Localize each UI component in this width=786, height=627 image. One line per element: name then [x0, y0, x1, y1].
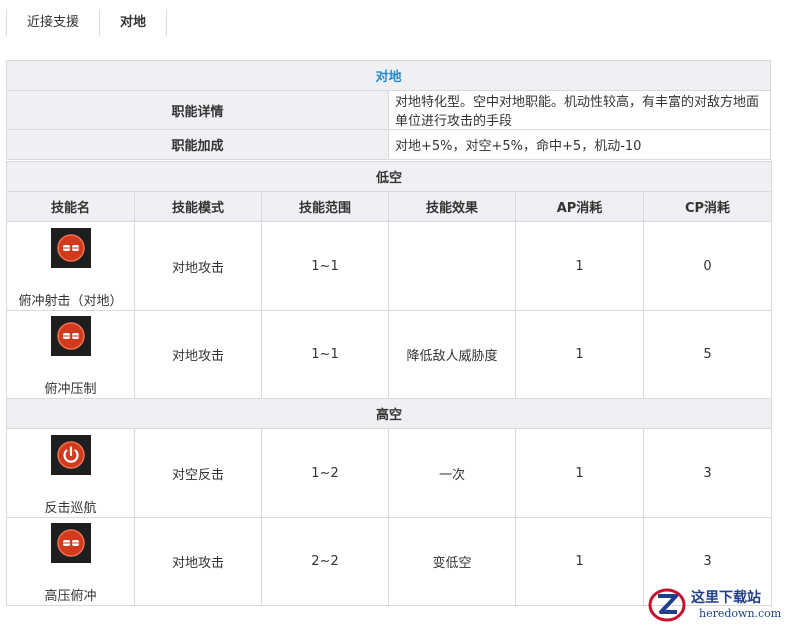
site-watermark: 这里下载站 heredown.com [647, 583, 782, 625]
skill-name: 反击巡航 [44, 500, 97, 516]
role-detail-label: 职能详情 [6, 90, 389, 130]
cp-cost: 5 [642, 310, 773, 399]
role-title: 对地 [6, 60, 771, 91]
tab-ground[interactable]: 对地 [99, 10, 168, 36]
skills-table: 低空 技能名 技能模式 技能范围 技能效果 AP消耗 CP消耗 俯冲射击（对地）… [5, 161, 773, 606]
skill-name: 俯冲射击（对地） [18, 293, 123, 309]
skill-mode: 对地攻击 [134, 221, 262, 311]
tab-bar: 近接支援 对地 [6, 10, 168, 36]
skill-name: 俯冲压制 [44, 382, 97, 397]
skill-mode: 对空反击 [134, 428, 262, 518]
power-icon [50, 434, 91, 475]
cp-cost: 0 [642, 221, 773, 311]
bullet-icon [50, 227, 91, 268]
ap-cost: 1 [515, 517, 644, 606]
skill-mode: 对地攻击 [134, 310, 262, 399]
skill-range: 1~2 [261, 428, 389, 518]
logo-icon [648, 588, 686, 622]
skill-effect: 降低敌人威胁度 [388, 310, 516, 399]
watermark-text: 这里下载站 [691, 590, 761, 606]
skill-mode: 对地攻击 [134, 517, 262, 606]
col-ap-cost: AP消耗 [515, 191, 644, 222]
skill-effect [388, 221, 516, 311]
bullet-icon [50, 523, 91, 563]
tab-close-support[interactable]: 近接支援 [6, 10, 101, 36]
role-detail-value: 对地特化型。空中对地职能。机动性较高，有丰富的对敌方地面单位进行攻击的手段 [388, 90, 771, 130]
col-skill-mode: 技能模式 [134, 191, 262, 222]
col-cp-cost: CP消耗 [642, 191, 773, 222]
watermark-url: heredown.com [699, 607, 782, 620]
ap-cost: 1 [515, 310, 644, 399]
table-row: 俯冲压制 对地攻击 1~1 降低敌人威胁度 1 5 [6, 310, 773, 399]
role-table: 对地 职能详情 对地特化型。空中对地职能。机动性较高，有丰富的对敌方地面单位进行… [6, 60, 771, 160]
col-skill-name: 技能名 [6, 191, 135, 222]
section-low-altitude: 低空 [5, 161, 773, 192]
role-bonus-label: 职能加成 [6, 129, 389, 160]
skill-range: 1~1 [261, 310, 389, 399]
skill-effect: 一次 [388, 428, 516, 518]
column-header-row: 技能名 技能模式 技能范围 技能效果 AP消耗 CP消耗 [6, 191, 773, 222]
ap-cost: 1 [515, 221, 644, 311]
skill-name: 高压俯冲 [44, 589, 97, 604]
ap-cost: 1 [515, 428, 644, 518]
skill-range: 2~2 [261, 517, 389, 606]
bullet-icon [50, 316, 91, 356]
table-row: 反击巡航 对空反击 1~2 一次 1 3 [6, 428, 773, 518]
cp-cost: 3 [642, 428, 773, 518]
col-skill-effect: 技能效果 [388, 191, 516, 222]
skill-range: 1~1 [261, 221, 389, 311]
table-row: 俯冲射击（对地） 对地攻击 1~1 1 0 [6, 221, 773, 311]
col-skill-range: 技能范围 [261, 191, 389, 222]
section-high-altitude: 高空 [5, 398, 773, 429]
skill-effect: 变低空 [388, 517, 516, 606]
role-bonus-value: 对地+5%，对空+5%，命中+5，机动-10 [388, 129, 771, 160]
